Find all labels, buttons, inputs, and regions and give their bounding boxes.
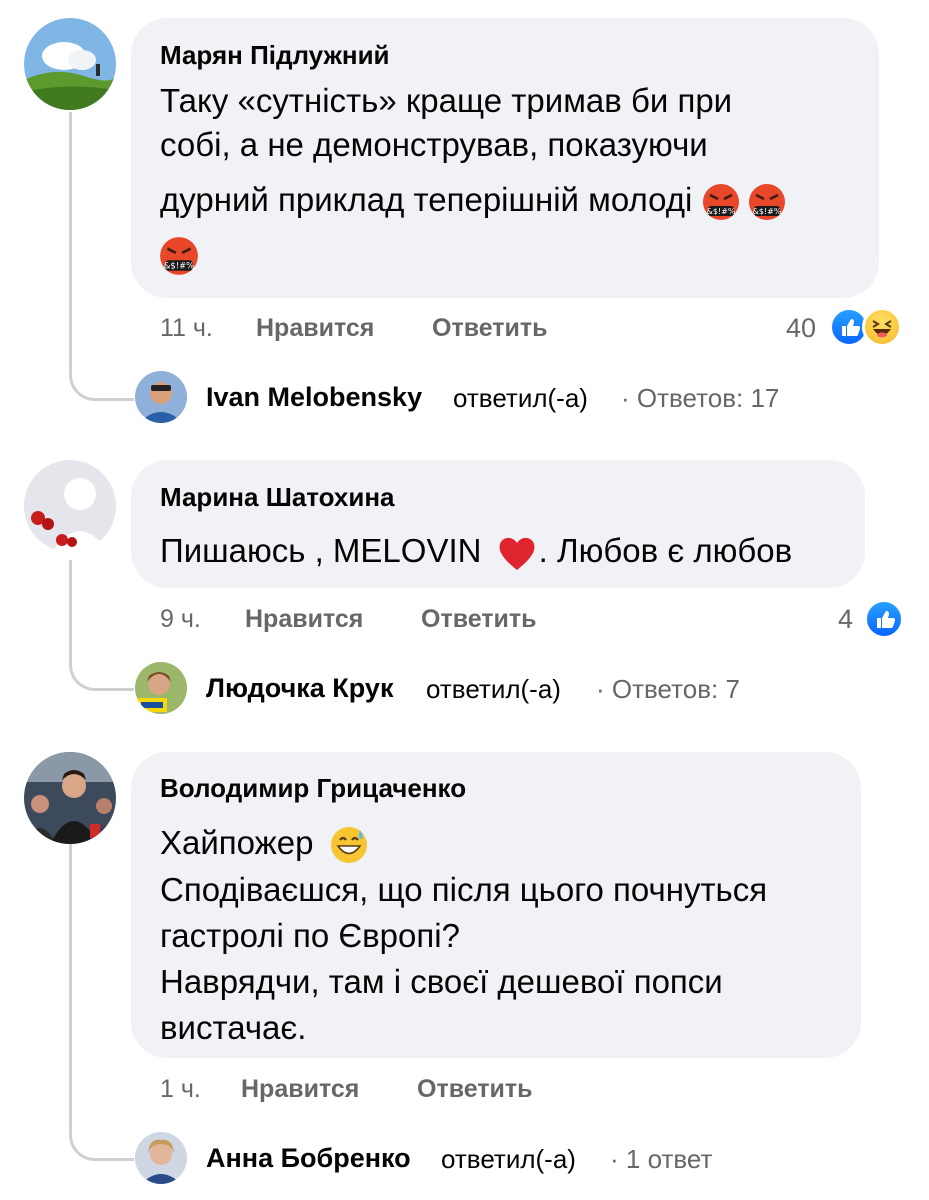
- reply-verb: ответил(-а): [453, 383, 588, 413]
- avatar-photo: [135, 1132, 187, 1184]
- reply-author[interactable]: Ivan Melobensky: [206, 382, 422, 413]
- reaction-count[interactable]: 40: [786, 313, 816, 344]
- grinning-sweat-face-icon: [330, 827, 367, 864]
- thread-connector: [69, 112, 134, 401]
- comment-text-span: . Любов є любов: [538, 532, 793, 569]
- reply-count: · Ответов: 7: [596, 674, 740, 704]
- comment-text-span: дурний приклад теперішній молоді: [160, 181, 693, 218]
- reply-author[interactable]: Людочка Крук: [206, 673, 393, 704]
- comment-time[interactable]: 9 ч.: [160, 605, 201, 634]
- reply-button[interactable]: Ответить: [417, 1075, 533, 1104]
- comment-time[interactable]: 11 ч.: [160, 314, 213, 343]
- avatar-photo: [135, 371, 187, 423]
- thread-connector: [69, 844, 134, 1161]
- like-button[interactable]: Нравится: [241, 1075, 359, 1104]
- comment-text-line: Сподіваєшся, що після цього почнуться: [160, 871, 768, 908]
- like-icon[interactable]: [864, 599, 904, 639]
- reply-button[interactable]: Ответить: [421, 605, 537, 634]
- reply-verb: ответил(-а): [441, 1144, 576, 1174]
- angry-cursing-face-icon: &$!#%: [749, 184, 786, 221]
- reply-button[interactable]: Ответить: [432, 314, 548, 343]
- avatar-photo: [24, 18, 116, 110]
- comment-text-line: Наврядчи, там і своєї дешевої попси: [160, 963, 723, 1000]
- comment-author[interactable]: Марина Шатохина: [160, 482, 395, 513]
- red-heart-icon: [499, 538, 535, 571]
- reply-verb: ответил(-а): [426, 674, 561, 704]
- like-button[interactable]: Нравится: [256, 314, 374, 343]
- avatar[interactable]: [135, 1132, 187, 1184]
- haha-icon[interactable]: [862, 307, 902, 347]
- comment-text-line: Таку «сутність» краще тримав би при: [160, 82, 733, 119]
- svg-text:&$!#%: &$!#%: [164, 261, 194, 271]
- reaction-count[interactable]: 4: [838, 604, 853, 635]
- avatar-photo: [24, 460, 116, 552]
- avatar[interactable]: [135, 371, 187, 423]
- svg-text:&$!#%: &$!#%: [753, 207, 782, 216]
- comment-thread: Марян Підлужний Таку «сутність» краще тр…: [0, 0, 929, 1200]
- comment-author[interactable]: Володимир Грицаченко: [160, 773, 466, 804]
- avatar-photo: [135, 662, 187, 714]
- reply-count: · 1 ответ: [610, 1144, 713, 1174]
- svg-text:&$!#%: &$!#%: [707, 207, 736, 216]
- avatar[interactable]: [24, 18, 116, 110]
- avatar[interactable]: [135, 662, 187, 714]
- comment-text-line: вистачає.: [160, 1009, 307, 1046]
- comment-author[interactable]: Марян Підлужний: [160, 40, 390, 71]
- avatar[interactable]: [24, 752, 116, 844]
- comment-text-line: дурний приклад теперішній молоді &$!#% &…: [160, 175, 787, 224]
- comment-text-line: гастролі по Європі?: [160, 917, 460, 954]
- avatar-photo: [24, 752, 116, 844]
- reply-count: · Ответов: 17: [621, 383, 780, 413]
- comment-time[interactable]: 1 ч.: [160, 1075, 201, 1104]
- angry-cursing-face-icon: &$!#%: [160, 237, 198, 275]
- angry-cursing-face-icon: &$!#%: [703, 184, 740, 221]
- thread-connector: [69, 560, 134, 691]
- comment-text-line: Хайпожер: [160, 818, 369, 867]
- like-button[interactable]: Нравится: [245, 605, 363, 634]
- comment-text-line: собі, а не демонстрував, показуючи: [160, 126, 708, 163]
- avatar[interactable]: [24, 460, 116, 552]
- comment-text-line: Пишаюсь , MELOVIN . Любов є любов: [160, 526, 792, 575]
- reply-author[interactable]: Анна Бобренко: [206, 1143, 411, 1174]
- comment-text-span: Пишаюсь , MELOVIN: [160, 532, 482, 569]
- comment-text-span: Хайпожер: [160, 824, 314, 861]
